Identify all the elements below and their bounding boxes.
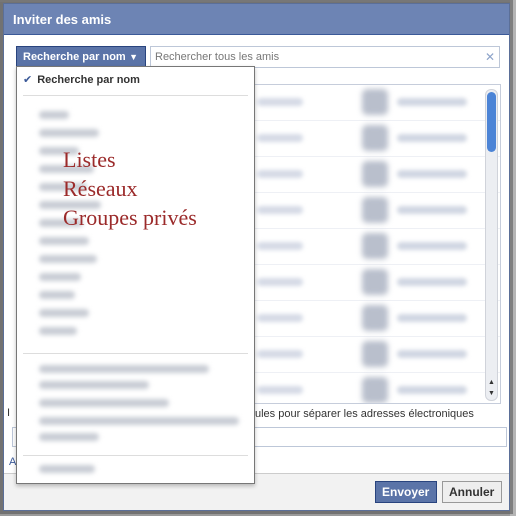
scrollbar[interactable]: ▲ ▼ [485,89,498,401]
blurred-menu-item[interactable] [39,433,99,441]
dialog-title: Inviter des amis [4,4,509,35]
blurred-menu-item[interactable] [39,291,75,299]
checkmark-icon: ✔ [23,74,33,86]
emails-label-initial: I [7,407,11,419]
blurred-menu-item[interactable] [39,327,77,335]
menu-item-label: Recherche par nom [37,74,140,86]
scroll-up-icon[interactable]: ▲ [486,379,497,389]
avatar [362,305,388,331]
close-icon[interactable]: ✕ [485,50,495,64]
search-filter-menu: ✔ Recherche par nom Listes Réseaux Groupe… [16,66,255,484]
avatar [362,233,388,259]
blurred-menu-item[interactable] [39,255,97,263]
blurred-menu-item[interactable] [39,365,209,373]
annotation-line-private-groups: Groupes privés [63,205,197,230]
blurred-menu-item[interactable] [39,273,81,281]
blurred-menu-item[interactable] [39,399,169,407]
avatar [362,377,388,403]
backdrop [0,0,516,2]
search-input[interactable] [150,46,500,68]
blurred-menu-item[interactable] [39,417,239,425]
scroll-thumb[interactable] [487,92,496,152]
avatar [362,269,388,295]
emails-label-text: ules pour séparer les adresses électroni… [255,408,474,420]
search-row: Recherche par nom ▼ ✕ [16,46,501,68]
avatar [362,197,388,223]
blurred-menu-item[interactable] [39,129,99,137]
blurred-menu-item[interactable] [39,465,95,473]
avatar [362,161,388,187]
scroll-down-icon[interactable]: ▼ [486,390,497,400]
menu-divider [23,353,248,354]
blurred-menu-item[interactable] [39,309,89,317]
avatar [362,89,388,115]
annotation-line-networks: Réseaux [63,176,138,201]
avatar [362,341,388,367]
blurred-menu-item[interactable] [39,237,89,245]
menu-divider [23,455,248,456]
menu-divider [23,95,248,96]
search-filter-label: Recherche par nom [23,51,126,63]
avatar [362,125,388,151]
menu-item-search-by-name[interactable]: ✔ Recherche par nom [23,73,140,86]
chevron-down-icon: ▼ [129,52,138,62]
blurred-menu-item[interactable] [39,381,149,389]
send-button[interactable]: Envoyer [375,481,437,503]
backdrop-edge [510,0,516,516]
annotation-line-lists: Listes [63,147,116,172]
annotation-overlay: Listes Réseaux Groupes privés [63,145,197,232]
search-filter-button[interactable]: Recherche par nom ▼ [16,46,146,68]
blurred-menu-item[interactable] [39,111,69,119]
cancel-button[interactable]: Annuler [442,481,502,503]
